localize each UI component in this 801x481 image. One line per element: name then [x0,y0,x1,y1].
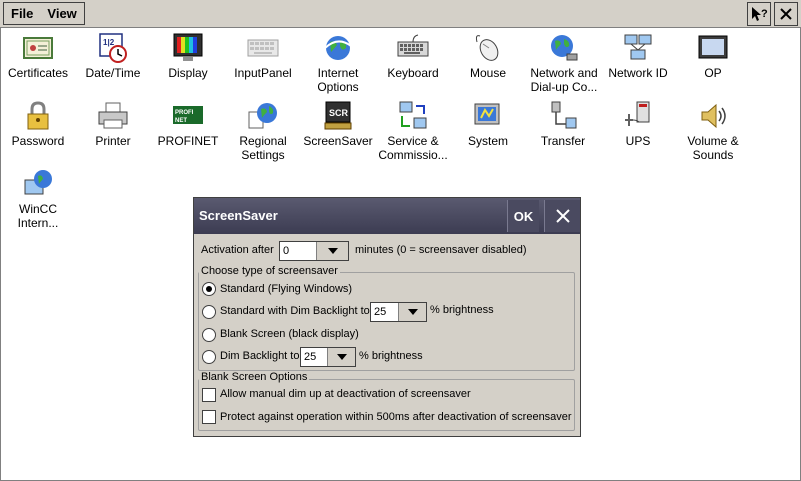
radio-standard-dim-label: Standard with Dim Backlight to [220,305,370,317]
checkbox-manual-dim[interactable] [202,388,216,402]
close-icon [555,209,570,223]
svg-text:PROFI: PROFI [175,110,194,116]
radio-blank-label: Blank Screen (black display) [220,328,359,340]
help-button[interactable]: ? [747,2,771,26]
chevron-down-icon[interactable] [398,303,426,321]
icon-password[interactable]: Password [0,100,76,148]
dialog-title: ScreenSaver [199,208,278,223]
power-plug-icon [625,101,650,126]
icon-wincc-internet[interactable]: WinCC Intern... [0,168,76,230]
icon-mouse[interactable]: Mouse [450,32,526,80]
chevron-down-icon[interactable] [316,242,348,260]
activation-hint: minutes (0 = screensaver disabled) [355,244,527,256]
close-button[interactable] [774,2,798,26]
icon-ups[interactable]: UPS [600,100,676,148]
radio-standard[interactable] [202,282,216,296]
dialog-titlebar: ScreenSaver OK [194,198,580,234]
screensaver-type-label: Choose type of screensaver [199,265,340,277]
icon-regional-settings[interactable]: Regional Settings [225,100,301,162]
operator-panel-icon [698,35,728,59]
activation-label: Activation after [201,244,274,256]
profinet-icon: PROFI NET [173,106,203,124]
network-globe-icon [551,35,578,61]
icon-system[interactable]: System [450,100,526,148]
dim-value: 25 [304,351,317,363]
icon-op[interactable]: OP [675,32,751,80]
icon-volume-sounds[interactable]: Volume & Sounds [675,100,751,162]
activation-combo[interactable]: 0 [279,241,349,261]
menu-bar: File View ? [0,0,801,28]
printer-icon [98,102,128,129]
radio-blank[interactable] [202,328,216,342]
icon-service-commissioning[interactable]: Service & Commissio... [375,100,451,162]
screensaver-dialog: ScreenSaver OK Activation after 0 minute… [193,197,581,437]
system-icon [474,103,500,125]
icon-printer[interactable]: Printer [75,100,151,148]
icon-keyboard[interactable]: Keyboard [375,32,451,80]
svg-text:?: ? [761,8,768,20]
checkbox-manual-dim-label: Allow manual dim up at deactivation of s… [220,388,471,400]
brightness-suffix-2: % brightness [359,350,423,362]
transfer-icon [551,101,577,129]
svg-text:1|2: 1|2 [103,38,115,47]
icon-internet-options[interactable]: Internet Options [300,32,376,94]
service-tools-icon [399,101,427,129]
wincc-globe-icon [24,170,52,195]
ok-button[interactable]: OK [507,200,539,232]
regional-globe-icon [248,103,277,129]
icon-certificates[interactable]: Certificates [0,32,76,80]
svg-text:NET: NET [175,118,187,124]
svg-text:SCR: SCR [329,108,349,118]
network-computers-icon [624,34,652,60]
speaker-icon [701,103,726,129]
blank-options-label: Blank Screen Options [199,371,310,383]
close-icon [780,8,792,20]
standard-dim-combo[interactable]: 25 [370,302,427,322]
icon-display[interactable]: Display [150,32,226,80]
icon-date-time[interactable]: 1|2 Date/Time [75,32,151,80]
checkbox-protect-label: Protect against operation within 500ms a… [220,411,572,423]
calendar-clock-icon: 1|2 [99,33,127,63]
chevron-down-icon[interactable] [327,348,355,366]
icon-transfer[interactable]: Transfer [525,100,601,148]
radio-dim-label: Dim Backlight to [220,350,300,362]
lock-icon [27,101,49,130]
radio-standard-label: Standard (Flying Windows) [220,283,353,295]
icon-input-panel[interactable]: InputPanel [225,32,301,80]
activation-value: 0 [283,245,290,257]
icon-screensaver[interactable]: SCR ScreenSaver [300,100,376,148]
mouse-icon [475,35,499,61]
brightness-suffix-1: % brightness [430,304,494,316]
dim-combo[interactable]: 25 [300,347,356,367]
icon-network-dialup[interactable]: Network and Dial-up Co... [525,32,603,94]
radio-standard-dim[interactable] [202,305,216,319]
keyboard-icon [397,34,429,57]
keyboard-panel-icon [247,39,279,57]
menu-file[interactable]: File [4,3,40,24]
blank-options-group [198,379,575,431]
radio-dim[interactable] [202,350,216,364]
standard-dim-value: 25 [374,306,387,318]
help-cursor-icon: ? [752,7,768,21]
dialog-close-button[interactable] [544,200,580,232]
screensaver-icon: SCR [324,101,352,130]
icon-network-id[interactable]: Network ID [600,32,676,80]
display-icon [173,33,203,61]
icon-profinet[interactable]: PROFI NET PROFI NET [150,100,226,148]
certificate-icon [23,37,53,59]
menu-group: File View [3,2,85,25]
globe-icon [324,36,352,60]
checkbox-protect[interactable] [202,410,216,424]
menu-view[interactable]: View [40,3,83,24]
